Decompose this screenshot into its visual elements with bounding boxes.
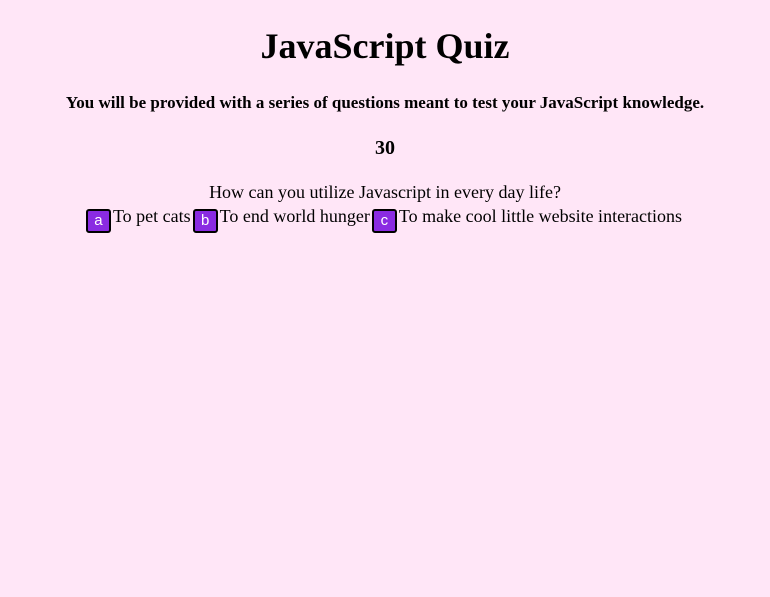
answer-b-button[interactable]: b bbox=[192, 208, 218, 233]
answer-a-label: To pet cats bbox=[112, 206, 191, 226]
page-title: JavaScript Quiz bbox=[260, 26, 510, 66]
answer-c-button[interactable]: c bbox=[371, 208, 397, 233]
countdown-timer: 30 bbox=[375, 137, 395, 159]
question-text: How can you utilize Javascript in every … bbox=[209, 182, 561, 202]
quiz-description: You will be provided with a series of qu… bbox=[65, 93, 705, 112]
answer-list: a To pet cats b To end world hunger c To make… bbox=[0, 204, 770, 233]
answer-a-button[interactable]: a bbox=[85, 208, 111, 233]
answer-c-label: To make cool little website interactions bbox=[398, 206, 683, 226]
answer-b-label: To end world hunger bbox=[219, 206, 370, 226]
